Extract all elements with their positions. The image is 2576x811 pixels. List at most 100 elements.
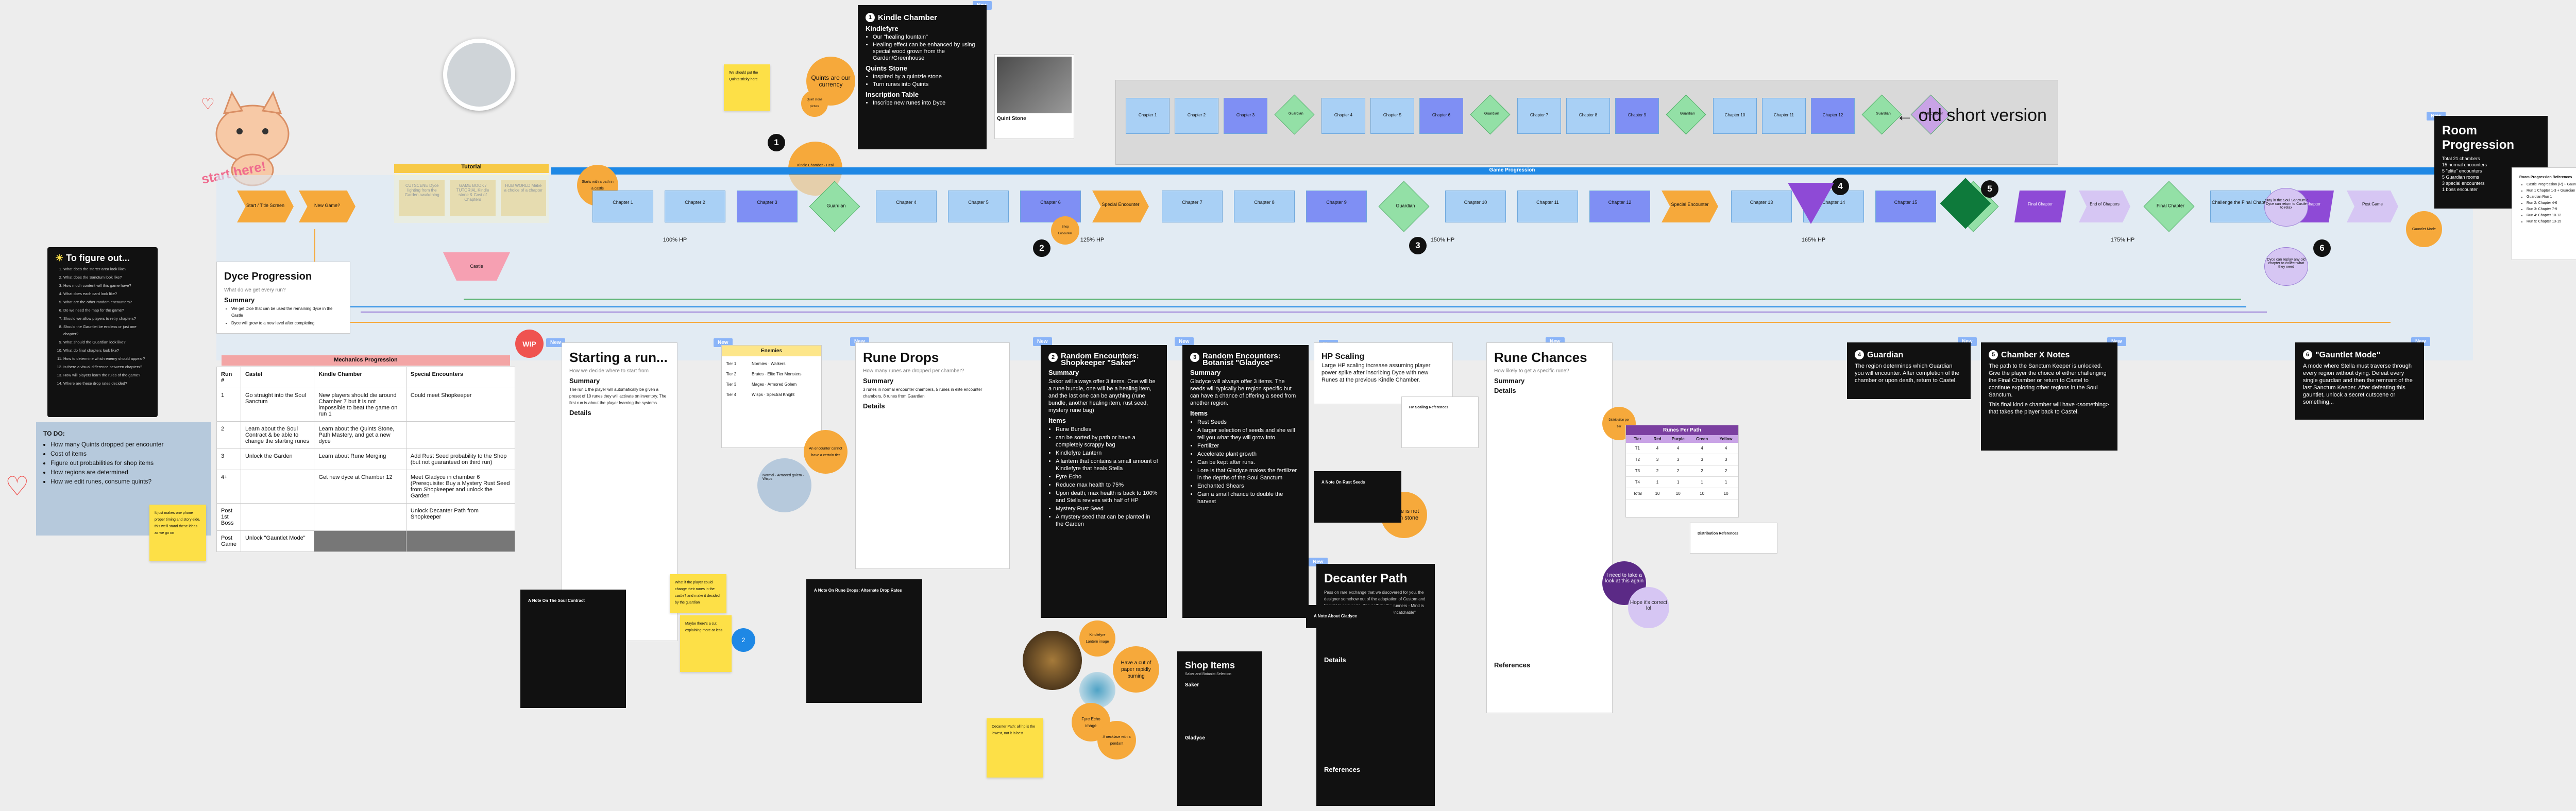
start-screen[interactable]: Start / Title Screen	[237, 191, 294, 222]
heart-icon: ♡	[5, 472, 29, 502]
old-chapter-node[interactable]: Chapter 11	[1762, 98, 1806, 134]
rune-chances-ref: References	[1494, 661, 1531, 669]
old-guardian-node[interactable]: Guardian	[1666, 94, 1706, 135]
table-row: T2 3 3 3 3	[1626, 454, 1738, 465]
room-reference: Run 3: Chapter 7-9	[2527, 207, 2576, 212]
old-chapter-node[interactable]: Chapter 10	[1713, 98, 1757, 134]
hp-scaling-card: HP Scaling Large HP scaling increase ass…	[1314, 342, 1453, 404]
kindle-number: 1	[866, 13, 875, 22]
mechanics-cell	[240, 470, 315, 504]
old-chapter-node[interactable]: Chapter 12	[1811, 98, 1855, 134]
pink-sticky: It just makes one phone proper timing an…	[149, 505, 206, 561]
chapter-node[interactable]: Chapter 12	[1589, 191, 1650, 222]
chapter-node[interactable]: Chapter 10	[1445, 191, 1506, 222]
rune-chances-card: Rune Chances How likely to get a specifi…	[1486, 342, 1613, 713]
rpp-header: Green	[1690, 435, 1714, 443]
todo-sticky-list: How many Quints dropped per encounter Cos…	[50, 440, 204, 486]
old-guardian-node[interactable]: Guardian	[1470, 94, 1511, 135]
table-row: T3 2 2 2 2	[1626, 465, 1738, 477]
quints-sub-circle: Quint stone picture	[801, 90, 828, 117]
chamberx-card: 5 Chamber X Notes The path to the Sanctum…	[1981, 342, 2117, 451]
special-encounter-node[interactable]: Special Encounter	[1092, 191, 1149, 222]
hp-label: 100% HP	[663, 237, 687, 243]
chapter-node[interactable]: Chapter 1	[592, 191, 653, 222]
old-chapter-node[interactable]: Chapter 7	[1517, 98, 1561, 134]
chapter-node[interactable]: Chapter 4	[876, 191, 937, 222]
dyce-notes: We get Dice that can be used the remaini…	[231, 305, 343, 326]
old-node-label: Guardian	[1875, 112, 1891, 116]
chapter-node[interactable]: Chapter 13	[1731, 191, 1792, 222]
rpp-cell: T3	[1626, 465, 1649, 477]
old-version-label: ← old short version	[1896, 106, 2047, 125]
old-chapter-node[interactable]: Chapter 5	[1370, 98, 1414, 134]
yellow-sticky-badge: 2	[732, 628, 755, 652]
pendant-photo	[1079, 672, 1115, 708]
new-game-step[interactable]: New Game?	[299, 191, 355, 222]
todo-item: Should the Gauntlet be endless or just o…	[63, 323, 150, 338]
shop-item: A mystery seed that can be planted in th…	[1056, 513, 1159, 528]
chapter-node[interactable]: Chapter 8	[1234, 191, 1295, 222]
rune-chances-title: Rune Chances	[1494, 350, 1587, 365]
botanist-item: Rust Seeds	[1197, 419, 1301, 426]
chapter-node[interactable]: Chapter 3	[737, 191, 798, 222]
enemy-tiers: Tier 1 Normies · Walkers Tier 2 Brutes · El…	[722, 356, 821, 406]
old-chapter-node[interactable]: Chapter 6	[1419, 98, 1463, 134]
old-node-label: Guardian	[1288, 112, 1303, 116]
todo-sticky-title: TO DO:	[43, 430, 65, 437]
guardian-label: Guardian	[1396, 203, 1415, 209]
room-reference: Castle Progression (R) + Gauntlets	[2527, 182, 2576, 187]
dyce-subtitle: What do we get every run?	[224, 287, 286, 293]
lantern-circle: Kindlefyre Lantern image	[1079, 620, 1115, 657]
old-chapter-node[interactable]: Chapter 1	[1126, 98, 1170, 134]
chapter-node[interactable]: Chapter 5	[948, 191, 1009, 222]
loop-line-orange-h	[314, 322, 2391, 323]
chapter-node[interactable]: Chapter 2	[665, 191, 725, 222]
botanist-item: Accelerate plant growth	[1197, 451, 1301, 458]
special-encounter-node[interactable]: Special Encounter	[1662, 191, 1718, 222]
enemy-tier-names: Wisps · Spectral Knight	[752, 392, 795, 397]
botanist-item: A larger selection of seeds and she will…	[1197, 427, 1301, 441]
note-gladyce-title: A Note About Gladyce	[1314, 614, 1357, 618]
rpp-cell: 3	[1649, 454, 1666, 465]
mechanics-header: Mechanics Progression	[222, 355, 510, 366]
todo-item: What does the starter area look like?	[63, 266, 150, 273]
decanter-card: Decanter Path Pass on rare exchange that…	[1316, 564, 1435, 806]
old-chapter-node[interactable]: Chapter 9	[1615, 98, 1659, 134]
table-row: Post 1st Boss Unlock Decanter Path from S…	[216, 503, 516, 531]
chapter-node[interactable]: Challenge the Final Chapter	[2210, 191, 2271, 222]
botanist-item: Can be kept after runs.	[1197, 459, 1301, 466]
old-chapter-node[interactable]: Chapter 3	[1224, 98, 1267, 134]
enemy-tier-label: Tier 4	[726, 392, 737, 397]
shop-summary: Summary	[1048, 369, 1079, 376]
final-chapter-node[interactable]: Final Chapter	[2014, 191, 2066, 222]
end-node[interactable]: End of Chapters	[2079, 191, 2130, 222]
botanist-item: Lore is that Gladyce makes the fertilize…	[1197, 467, 1301, 481]
chamberx-text-2: This final kindle chamber will have <som…	[1989, 402, 2109, 415]
mechanics-cell: 4+	[216, 470, 241, 504]
enemy-tier-names: Mages · Armored Golem	[752, 382, 797, 387]
chapter-node[interactable]: Chapter 7	[1162, 191, 1223, 222]
old-chapter-node[interactable]: Chapter 2	[1175, 98, 1218, 134]
botanist-summary: Summary	[1190, 369, 1221, 376]
chapter-node[interactable]: Chapter 11	[1517, 191, 1578, 222]
hope-circle: Hope it's correct lol	[1628, 587, 1669, 628]
rpp-cell: 1	[1714, 476, 1738, 488]
chapter-node[interactable]: Chapter 9	[1306, 191, 1367, 222]
room-title: Room Progression	[2442, 124, 2515, 152]
gauntlet-card: 6 "Gauntlet Mode" A mode where Stella mus…	[2295, 342, 2424, 420]
rune-drops-details: Details	[863, 402, 885, 410]
enemy-blue-circle: Normal · Armored golem · Wisps	[757, 458, 811, 512]
end-node[interactable]: Post Game	[2347, 191, 2398, 222]
old-chapter-node[interactable]: Chapter 8	[1566, 98, 1610, 134]
starting-run-details: Details	[569, 409, 591, 417]
todo-sticky-item: Cost of items	[50, 450, 204, 458]
todo-sticky-item: How we edit runes, consume quints?	[50, 477, 204, 486]
mechanics-cell: 2	[216, 421, 241, 449]
chapter-node[interactable]: Chapter 15	[1875, 191, 1936, 222]
kindle-item: Our "healing fountain"	[873, 34, 979, 41]
mechanics-cell	[314, 503, 406, 531]
old-guardian-node[interactable]: Guardian	[1274, 94, 1315, 135]
old-chapter-node[interactable]: Chapter 4	[1321, 98, 1365, 134]
table-row: T1 4 4 4 4	[1626, 443, 1738, 454]
enemy-tier: Tier 3 Mages · Armored Golem	[726, 381, 817, 388]
